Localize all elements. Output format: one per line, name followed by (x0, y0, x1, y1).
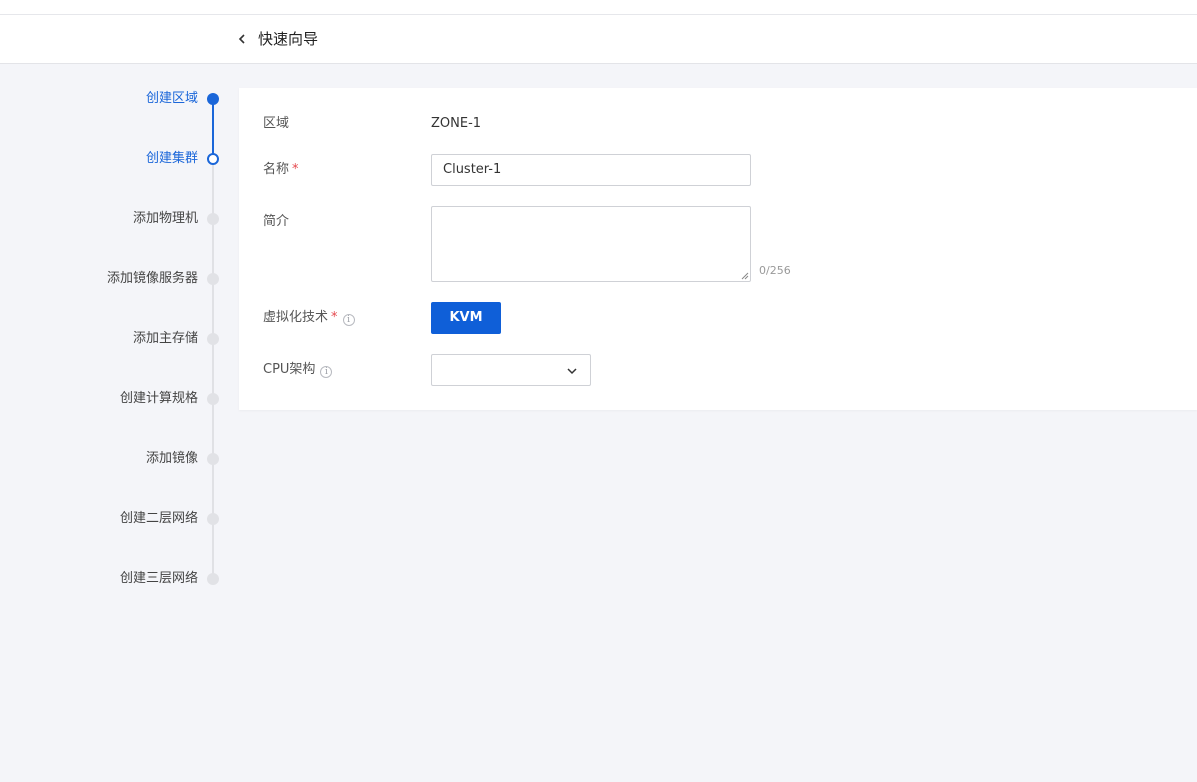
step-create-zone[interactable]: 创建区域 (0, 88, 230, 112)
info-icon[interactable]: i (342, 314, 355, 326)
cluster-form-panel: 区域 ZONE-1 名称 * Cluster-1 简介 0/256 虚拟化技术 * i… (239, 88, 1197, 410)
step-dot-icon (207, 93, 219, 105)
step-dot-icon (207, 393, 219, 405)
cpu-arch-select[interactable] (431, 354, 591, 386)
step-dot-icon (207, 333, 219, 345)
step-add-image[interactable]: 添加镜像 (0, 448, 230, 472)
info-icon[interactable]: i (320, 366, 333, 378)
step-dot-icon (207, 453, 219, 465)
step-dot-icon (207, 513, 219, 525)
step-dot-icon (207, 273, 219, 285)
resize-grip-icon[interactable] (741, 272, 749, 280)
virtualization-label: 虚拟化技术 * i (263, 309, 355, 327)
step-label: 添加主存储 (132, 331, 198, 346)
step-create-cluster[interactable]: 创建集群 (0, 148, 230, 172)
page-title: 快速向导 (258, 30, 319, 48)
description-textarea[interactable] (431, 206, 751, 282)
step-dot-icon (207, 153, 219, 165)
step-add-primary-storage[interactable]: 添加主存储 (0, 328, 230, 352)
required-mark: * (292, 162, 299, 177)
step-create-l2-network[interactable]: 创建二层网络 (0, 508, 230, 532)
step-label: 创建区域 (145, 91, 198, 106)
step-label: 添加镜像 (145, 451, 198, 466)
name-input[interactable]: Cluster-1 (431, 154, 751, 186)
step-label: 添加物理机 (132, 211, 198, 226)
step-add-host[interactable]: 添加物理机 (0, 208, 230, 232)
cpu-arch-label: CPU架构 i (263, 361, 333, 379)
step-label: 创建二层网络 (119, 511, 198, 526)
name-label: 名称 * (263, 162, 299, 177)
step-label: 创建三层网络 (119, 571, 198, 586)
zone-label: 区域 (263, 116, 290, 131)
step-label: 创建计算规格 (119, 391, 198, 406)
wizard-stepper: 创建区域 创建集群 添加物理机 添加镜像服务器 添加主存储 创建计算规格 添加镜… (0, 64, 230, 624)
zone-value: ZONE-1 (431, 116, 482, 131)
description-char-counter: 0/256 (759, 264, 791, 277)
step-add-image-server[interactable]: 添加镜像服务器 (0, 268, 230, 292)
step-dot-icon (207, 573, 219, 585)
page-header: 快速向导 (0, 15, 1197, 64)
chevron-down-icon (567, 368, 577, 375)
step-label: 添加镜像服务器 (106, 271, 198, 286)
top-strip (0, 0, 1197, 15)
required-mark: * (331, 310, 338, 325)
chevron-left-icon[interactable] (236, 31, 248, 47)
kvm-option-button[interactable]: KVM (431, 302, 501, 334)
step-create-instance-offering[interactable]: 创建计算规格 (0, 388, 230, 412)
step-label: 创建集群 (145, 151, 198, 166)
step-dot-icon (207, 213, 219, 225)
description-label: 简介 (263, 214, 290, 229)
step-create-l3-network[interactable]: 创建三层网络 (0, 568, 230, 592)
